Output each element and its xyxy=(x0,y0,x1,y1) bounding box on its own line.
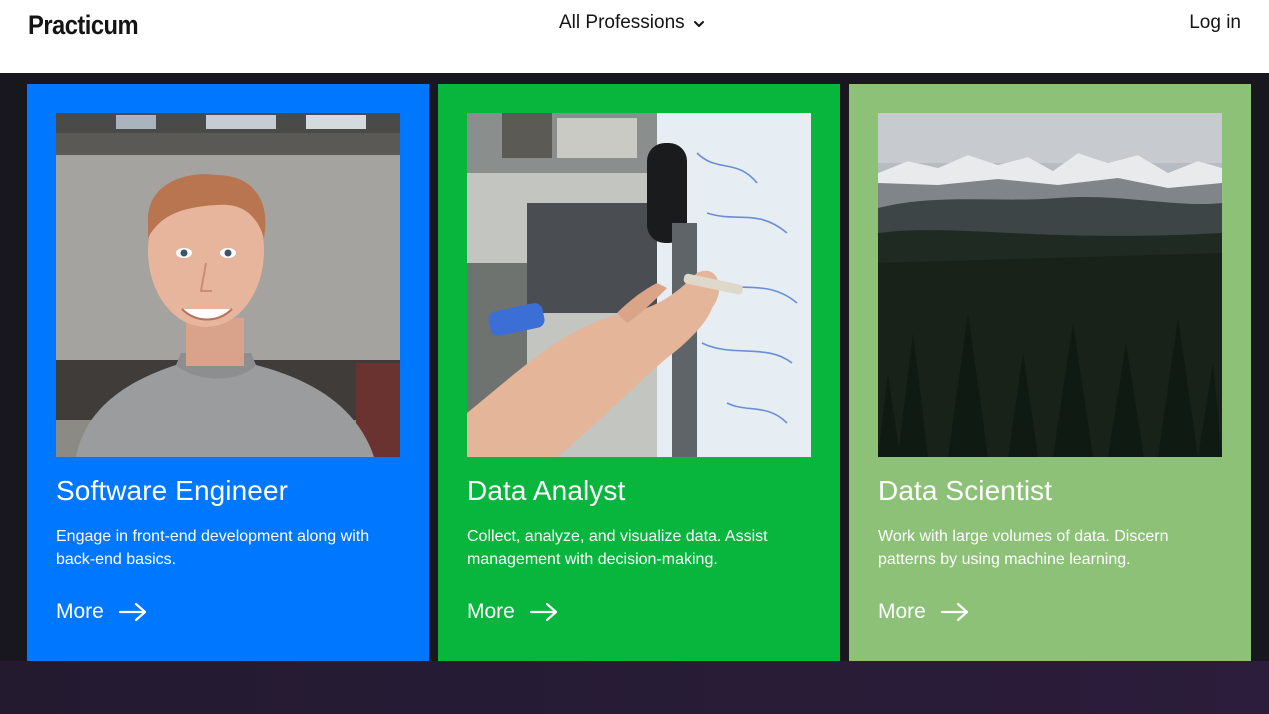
portrait-photo-illustration xyxy=(56,113,400,457)
footer-strip xyxy=(0,661,1269,714)
more-label: More xyxy=(467,600,515,623)
all-professions-dropdown[interactable]: All Professions xyxy=(559,12,705,34)
more-link[interactable]: More xyxy=(56,600,148,624)
more-label: More xyxy=(56,600,104,623)
card-title: Software Engineer xyxy=(56,475,289,506)
card-photo-portrait xyxy=(56,113,400,457)
card-title: Data Scientist xyxy=(878,475,1053,506)
card-description: Work with large volumes of data. Discern… xyxy=(878,528,1169,568)
card-data-scientist[interactable]: Data Scientist Work with large volumes o… xyxy=(849,84,1251,661)
more-link[interactable]: More xyxy=(467,600,559,624)
chevron-down-icon xyxy=(693,21,704,27)
more-label: More xyxy=(878,600,926,623)
more-link[interactable]: More xyxy=(878,600,970,624)
site-header: Practicum All Professions Log in xyxy=(0,0,1269,73)
all-professions-label: All Professions xyxy=(559,12,685,33)
card-description: Engage in front-end development along wi… xyxy=(56,528,370,568)
arrow-right-icon xyxy=(529,602,557,622)
login-link[interactable]: Log in xyxy=(1189,12,1241,34)
card-data-analyst[interactable]: Data Analyst Collect, analyze, and visua… xyxy=(438,84,840,661)
card-description: Collect, analyze, and visualize data. As… xyxy=(467,528,768,568)
card-photo-forest xyxy=(878,113,1222,457)
forest-photo-illustration xyxy=(878,113,1222,457)
practicum-logo[interactable]: Practicum xyxy=(28,10,139,41)
whiteboard-photo-illustration xyxy=(467,113,811,457)
card-photo-whiteboard xyxy=(467,113,811,457)
arrow-right-icon xyxy=(940,602,968,622)
arrow-right-icon xyxy=(118,602,146,622)
card-title: Data Analyst xyxy=(467,475,626,506)
card-software-engineer[interactable]: Software Engineer Engage in front-end de… xyxy=(27,84,429,661)
